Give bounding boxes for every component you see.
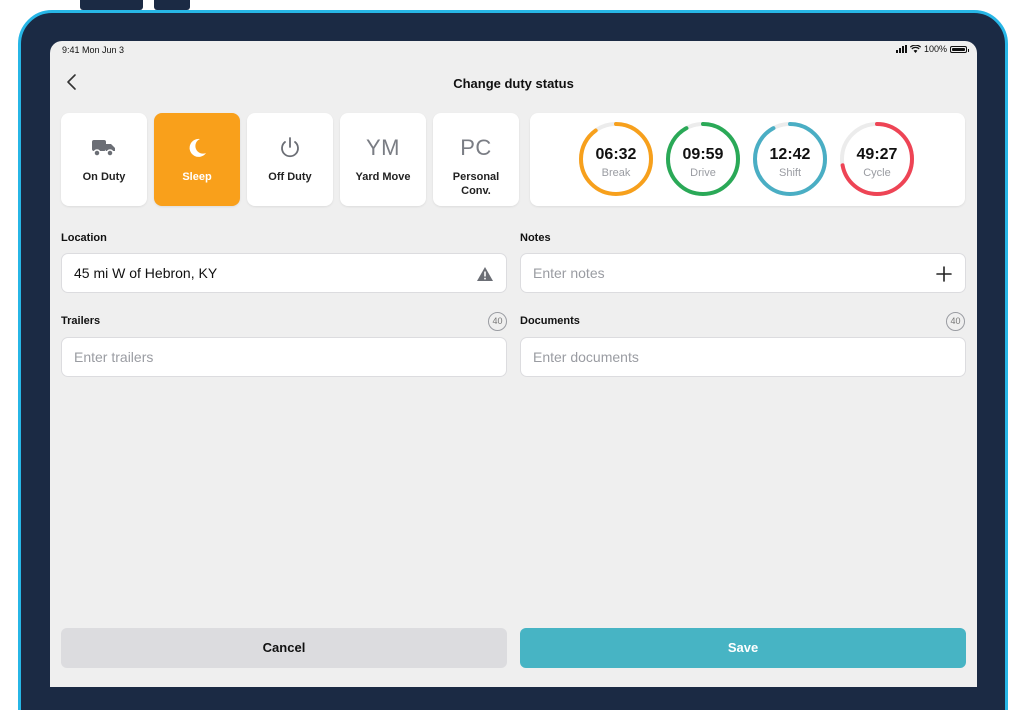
clock: 9:41 Mon Jun 3 [62,45,125,55]
truck-icon [61,135,147,161]
timer-value: 12:42 [769,146,811,163]
duty-status-label: Off Duty [268,171,312,183]
duty-status-on-duty[interactable]: On Duty [61,113,147,206]
timer-break: 06:32 Break [578,121,654,197]
page-title: Change duty status [453,76,574,91]
save-button[interactable]: Save [520,628,966,668]
signal-icon [895,45,907,53]
battery-percent: 100% [923,44,947,54]
duty-status-yard-move[interactable]: YM Yard Move [340,113,426,206]
app-screen: 9:41 Mon Jun 3 100% Change duty status O… [50,41,977,687]
timer-value: 06:32 [595,146,637,163]
battery-icon [950,45,969,53]
timer-value: 09:59 [682,146,724,163]
location-field [61,253,507,293]
duty-status-label: Sleep [182,171,212,183]
notes-field [520,253,966,293]
timer-cycle: 49:27 Cycle [839,121,915,197]
notes-input[interactable] [533,254,927,292]
timer-label: Drive [690,167,716,179]
warning-icon[interactable] [476,265,494,283]
hardware-button [80,0,143,10]
trailers-input[interactable] [74,338,468,376]
timer-drive: 09:59 Drive [665,121,741,197]
power-icon [247,135,333,161]
device-frame: 9:41 Mon Jun 3 100% Change duty status O… [0,0,1011,710]
wifi-icon [909,45,921,53]
duty-status-label: Yard Move [355,171,411,183]
duty-status-off-duty[interactable]: Off Duty [247,113,333,206]
personal-conveyance-icon: PC [460,135,492,160]
yard-move-icon: YM [366,135,400,160]
timer-value: 49:27 [856,146,898,163]
duty-status-label: On Duty [82,171,126,183]
timer-label: Shift [778,167,801,179]
timer-label: Break [601,167,631,179]
duty-status-sleep[interactable]: Sleep [154,113,240,206]
timer-shift: 12:42 Shift [752,121,828,197]
hardware-button [154,0,190,10]
hos-timers-panel: 06:32 Break 09:59 Drive 12:42 Shift 49:2… [530,113,965,206]
moon-icon [154,135,240,161]
plus-icon[interactable] [935,265,953,283]
duty-status-personal-conveyance[interactable]: PC Personal Conv. [433,113,519,206]
timer-label: Cycle [863,167,891,179]
duty-status-label: Personal Conv. [452,171,500,197]
location-label: Location [61,232,107,244]
trailers-field [61,337,507,377]
documents-label: Documents [520,315,580,327]
cancel-button[interactable]: Cancel [61,628,507,668]
notes-label: Notes [520,232,551,244]
documents-input[interactable] [533,338,927,376]
trailers-label: Trailers [61,315,101,327]
location-input[interactable] [74,254,468,292]
status-indicators: 100% [895,44,969,54]
system-status-bar: 9:41 Mon Jun 3 100% [50,41,977,59]
trailers-count-badge: 40 [488,312,507,331]
documents-count-badge: 40 [946,312,965,331]
documents-field [520,337,966,377]
